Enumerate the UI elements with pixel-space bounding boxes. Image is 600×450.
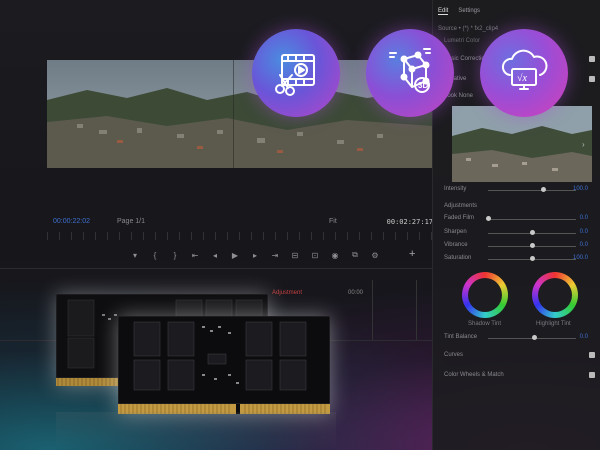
step-forward-icon[interactable]: ▸ xyxy=(250,251,260,260)
timeline-clip-label: Adjustment xyxy=(272,290,303,296)
audio-meter xyxy=(372,280,417,340)
next-look-icon[interactable]: › xyxy=(582,140,585,149)
basic-correction-checkbox[interactable] xyxy=(589,56,595,62)
slider-knob xyxy=(530,243,535,248)
settings-icon[interactable]: ⚙ xyxy=(370,251,380,260)
marker-icon[interactable]: ▾ xyxy=(130,251,140,260)
curves-section[interactable]: Curves xyxy=(444,352,463,358)
sharpen-slider[interactable]: Sharpen 0.0 xyxy=(444,229,594,237)
transport-controls: ▾ { } ⇤ ◂ ▶ ▸ ⇥ ⊟ ⊡ ◉ ⧉ ⚙ xyxy=(130,248,430,262)
curves-checkbox[interactable] xyxy=(589,352,595,358)
slider-knob xyxy=(532,335,537,340)
overwrite-icon[interactable]: ⊡ xyxy=(310,251,320,260)
adjustments-section[interactable]: Adjustments xyxy=(444,203,477,209)
highlight-tint-label: Highlight Tint xyxy=(536,321,571,327)
source-label[interactable]: Source • (*) * fx2_clip4 xyxy=(438,26,498,32)
add-button[interactable]: + xyxy=(409,248,415,260)
go-to-in-icon[interactable]: ⇤ xyxy=(190,251,200,260)
svg-text:3D: 3D xyxy=(418,81,428,90)
compare-icon[interactable]: ⧉ xyxy=(350,250,360,260)
page-indicator: Page 1/1 xyxy=(117,218,146,225)
creative-checkbox[interactable] xyxy=(589,76,595,82)
3d-cube-icon: 3D xyxy=(366,29,454,117)
video-edit-icon xyxy=(252,29,340,117)
timeline-time-label: 00:00 xyxy=(348,290,364,296)
vibrance-slider[interactable]: Vibrance 0.0 xyxy=(444,242,594,250)
monitor-ruler[interactable] xyxy=(47,232,433,240)
shadow-tint-wheel[interactable] xyxy=(462,272,508,318)
camera-icon[interactable]: ◉ xyxy=(330,251,340,260)
play-icon[interactable]: ▶ xyxy=(230,251,240,260)
insert-icon[interactable]: ⊟ xyxy=(290,251,300,260)
effect-title: Lumetri Color xyxy=(444,38,481,44)
in-point-icon[interactable]: { xyxy=(150,251,160,260)
duration-timecode: 00:02:27:17 xyxy=(386,218,433,226)
ram-reflection xyxy=(56,412,336,450)
color-wheels-checkbox[interactable] xyxy=(589,372,595,378)
tint-balance-slider[interactable]: Tint Balance 0.0 xyxy=(444,334,594,342)
svg-text:√x: √x xyxy=(517,73,527,84)
go-to-out-icon[interactable]: ⇥ xyxy=(270,251,280,260)
out-point-icon[interactable]: } xyxy=(170,251,180,260)
zoom-fit-select[interactable]: Fit xyxy=(329,218,337,225)
slider-knob xyxy=(540,187,546,192)
playhead-timecode[interactable]: 00:00:22:02 xyxy=(53,218,90,225)
look-preview-thumbnail[interactable] xyxy=(452,106,592,182)
tab-edit[interactable]: Edit xyxy=(438,8,449,15)
step-back-icon[interactable]: ◂ xyxy=(210,251,220,260)
intensity-slider[interactable]: Intensity 100.0 xyxy=(444,186,594,194)
cloud-computing-icon: √x xyxy=(480,29,568,117)
faded-film-slider[interactable]: Faded Film 0.0 xyxy=(444,215,594,223)
slider-knob xyxy=(530,230,535,235)
slider-knob xyxy=(530,256,535,261)
slider-knob xyxy=(486,216,491,221)
shadow-tint-label: Shadow Tint xyxy=(468,321,502,327)
ram-module-front xyxy=(118,316,330,414)
highlight-tint-wheel[interactable] xyxy=(532,272,578,318)
saturation-slider[interactable]: Saturation 100.0 xyxy=(444,255,594,263)
promo-stage: 00:00:22:02 Page 1/1 Fit 00:02:27:17 ▾ {… xyxy=(0,0,600,450)
timeline-divider xyxy=(0,268,440,269)
color-wheels-section[interactable]: Color Wheels & Match xyxy=(444,372,504,378)
panel-tabs: Edit Settings xyxy=(438,8,480,15)
monitor-controls: 00:00:22:02 Page 1/1 Fit 00:02:27:17 xyxy=(47,214,433,232)
tab-settings[interactable]: Settings xyxy=(458,8,480,15)
